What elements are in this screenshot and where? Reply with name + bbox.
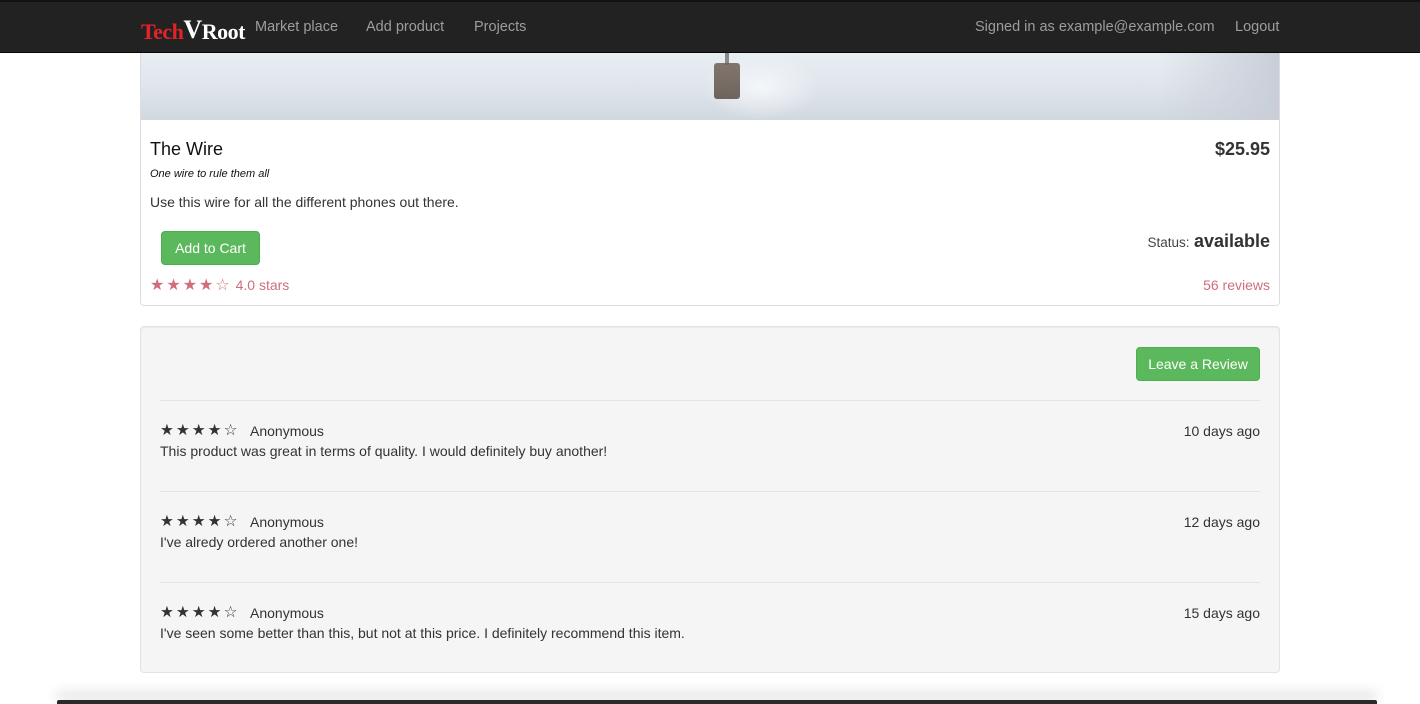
brand-logo-part-v: V — [183, 15, 202, 44]
nav-link-projects[interactable]: Projects — [474, 19, 526, 35]
rating-stars-icon: ★★★★☆ — [150, 277, 232, 294]
brand-logo-part-root: Root — [201, 19, 246, 44]
review-item: ★★★★☆ Anonymous 12 days ago I've alredy … — [160, 512, 1260, 562]
status-value: available — [1193, 231, 1270, 251]
product-image — [141, 53, 1279, 120]
wire-connector-image — [714, 63, 740, 99]
divider — [160, 582, 1260, 583]
nav-link-add-product[interactable]: Add product — [366, 19, 444, 35]
product-status: Status: available — [1147, 231, 1270, 252]
review-date: 15 days ago — [1183, 605, 1260, 621]
review-text: I've seen some better than this, but not… — [160, 625, 685, 641]
review-stars-icon: ★★★★☆ — [160, 422, 240, 439]
review-date: 10 days ago — [1183, 423, 1260, 439]
review-text: I've alredy ordered another one! — [160, 534, 359, 550]
review-text: This product was great in terms of quali… — [160, 443, 608, 459]
product-card: The Wire $25.95 One wire to rule them al… — [140, 53, 1280, 306]
reviews-count-link[interactable]: 56 reviews — [1203, 277, 1270, 293]
divider — [160, 491, 1260, 492]
review-stars-icon: ★★★★☆ — [160, 513, 240, 530]
product-price: $25.95 — [1214, 139, 1270, 159]
product-rating: ★★★★☆ 4.0 stars — [150, 275, 289, 295]
rating-text: 4.0 stars — [235, 277, 290, 293]
product-tagline: One wire to rule them all — [150, 168, 270, 180]
signed-in-text: Signed in as example@example.com — [975, 19, 1215, 35]
brand-logo[interactable]: Tech V Root — [141, 14, 245, 44]
brand-logo-part-tech: Tech — [141, 19, 184, 44]
leave-review-button[interactable]: Leave a Review — [1136, 347, 1260, 381]
review-stars-icon: ★★★★☆ — [160, 604, 240, 621]
product-title: The Wire — [150, 139, 224, 159]
nav-link-marketplace[interactable]: Market place — [255, 19, 338, 35]
review-item: ★★★★☆ Anonymous 10 days ago This product… — [160, 421, 1260, 471]
product-description: Use this wire for all the different phon… — [150, 194, 459, 210]
review-author: Anonymous — [250, 514, 324, 530]
status-label: Status: — [1147, 235, 1190, 250]
divider — [160, 400, 1260, 401]
logout-link[interactable]: Logout — [1235, 19, 1279, 35]
reviews-section: Leave a Review ★★★★☆ Anonymous 10 days a… — [140, 326, 1280, 673]
review-item: ★★★★☆ Anonymous 15 days ago I've seen so… — [160, 603, 1260, 653]
review-author: Anonymous — [250, 423, 324, 439]
window-bottom-edge — [57, 700, 1377, 704]
top-navbar: Tech V Root Market place Add product Proje… — [0, 0, 1420, 53]
review-author: Anonymous — [250, 605, 324, 621]
review-date: 12 days ago — [1183, 514, 1260, 530]
add-to-cart-button[interactable]: Add to Cart — [161, 231, 260, 265]
